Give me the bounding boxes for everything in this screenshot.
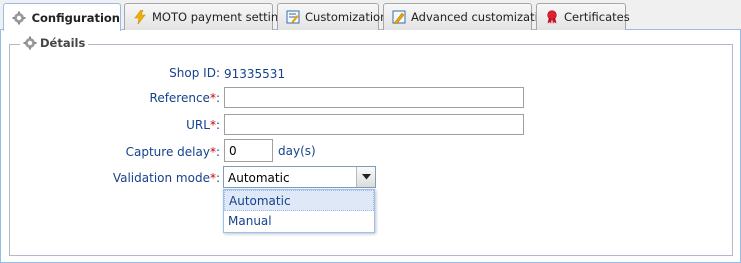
- shop-id-label: Shop ID:: [169, 66, 220, 80]
- capture-delay-unit: day(s): [278, 144, 316, 158]
- edit-page-icon: [286, 9, 300, 25]
- tab-advanced-customization[interactable]: Advanced customization: [383, 3, 552, 30]
- url-input[interactable]: [224, 114, 524, 135]
- tab-label: Configuration: [31, 10, 120, 25]
- pencil-page-icon: [392, 9, 406, 25]
- section-title: Détails: [40, 36, 86, 50]
- tab-customization[interactable]: Customization: [277, 3, 387, 30]
- capture-delay-input[interactable]: [224, 139, 273, 162]
- certificate-ribbon-icon: [545, 9, 559, 25]
- tab-label: MOTO payment settings: [152, 10, 292, 24]
- tab-label: Customization: [305, 10, 388, 24]
- validation-mode-value: Automatic: [228, 171, 290, 185]
- dropdown-option-manual[interactable]: Manual: [224, 211, 374, 232]
- validation-mode-select[interactable]: Automatic: [223, 166, 376, 188]
- lightning-icon: [133, 9, 147, 25]
- gear-icon: [23, 36, 37, 50]
- tab-bar: Configuration MOTO payment settings Cust…: [0, 0, 741, 31]
- fieldset-legend: Détails: [20, 36, 89, 50]
- gear-icon: [12, 10, 27, 26]
- validation-mode-label: Validation mode*:: [112, 171, 220, 185]
- capture-delay-label: Capture delay*:: [125, 145, 220, 159]
- configuration-panel: Détails Shop ID: 91335531 Reference*: UR…: [0, 30, 741, 263]
- reference-input[interactable]: [224, 87, 524, 108]
- shop-id-value: 91335531: [224, 67, 286, 81]
- dropdown-option-automatic[interactable]: Automatic: [224, 190, 374, 211]
- validation-mode-dropdown: Automatic Manual: [223, 189, 375, 233]
- tab-certificates[interactable]: Certificates: [536, 3, 630, 30]
- tab-configuration[interactable]: Configuration: [3, 3, 121, 31]
- tab-label: Certificates: [564, 10, 630, 24]
- url-label: URL*:: [186, 118, 220, 132]
- reference-label: Reference*:: [149, 91, 220, 105]
- tab-label: Advanced customization: [411, 10, 553, 24]
- tab-moto-payment-settings[interactable]: MOTO payment settings: [124, 3, 291, 30]
- chevron-down-icon[interactable]: [356, 167, 375, 187]
